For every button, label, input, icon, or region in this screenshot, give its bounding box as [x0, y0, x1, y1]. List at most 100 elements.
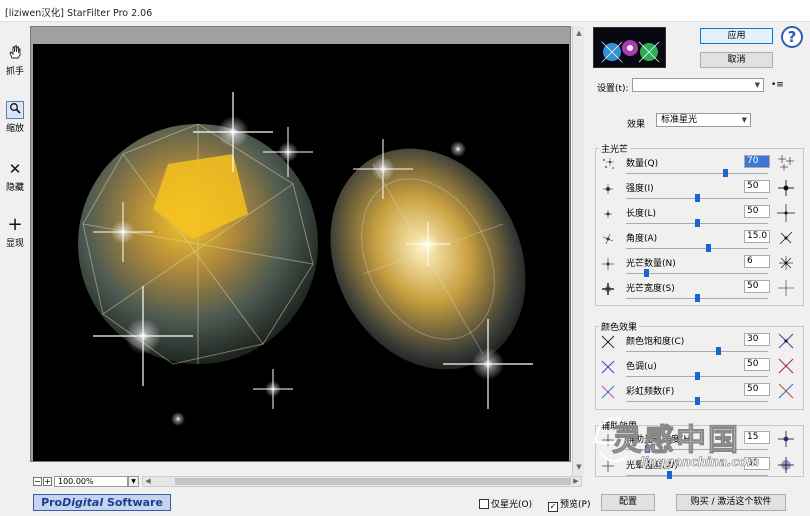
param-rainbow-label: 彩虹频数(F) — [626, 387, 675, 397]
colored-star-icon — [778, 333, 794, 349]
param-saturation-value[interactable]: 30 — [744, 333, 770, 346]
zoom-dropdown-icon[interactable]: ▼ — [128, 476, 139, 487]
tool-hand-label: 抓手 — [5, 67, 24, 77]
only-stars-box[interactable] — [479, 499, 489, 509]
param-rainbow-slider[interactable] — [695, 397, 700, 405]
thin-ray-star-icon — [778, 280, 794, 296]
preview-checkbox[interactable]: ✓ 预览(P) — [548, 497, 590, 512]
rainbow-b-star-icon — [778, 383, 794, 399]
wide-ray-star-icon — [602, 283, 614, 295]
param-saturation-track — [626, 351, 768, 352]
star-angle-a-icon — [602, 233, 614, 245]
param-length-value[interactable]: 50 — [744, 205, 770, 218]
tool-show-label: 显现 — [5, 239, 24, 249]
config-button[interactable]: 配置 — [601, 494, 655, 511]
chevron-down-icon: ▼ — [741, 116, 747, 124]
multi-ray-star-icon — [779, 256, 793, 270]
hand-icon — [6, 44, 24, 62]
param-hue-label: 色调(u) — [626, 362, 657, 372]
logo-digital: Digital — [62, 496, 104, 509]
horizontal-scrollbar[interactable]: ◀ ▶ — [142, 476, 582, 487]
gray-star-icon — [601, 335, 615, 349]
settings-menu-icon[interactable]: •≡ — [771, 80, 784, 90]
prodigital-logo[interactable]: ProDigital Software — [33, 494, 171, 511]
effect-value: 标准星光 — [661, 115, 698, 125]
scroll-right-icon[interactable]: ▶ — [571, 477, 581, 486]
long-star-icon — [777, 204, 795, 222]
param-angle-slider[interactable] — [706, 244, 712, 252]
param-ray-count-label: 光芒数量(N) — [626, 259, 676, 269]
help-icon[interactable]: ? — [781, 26, 803, 48]
param-rainbow-value[interactable]: 50 — [744, 383, 770, 396]
scroll-thumb[interactable] — [175, 478, 571, 485]
param-quantity-track — [626, 173, 768, 174]
effect-thumbnail — [593, 27, 666, 68]
many-stars-icon — [778, 155, 794, 171]
title-bar: [liziwen汉化] StarFilter Pro 2.06 — [0, 0, 810, 22]
apply-button[interactable]: 应用 — [700, 28, 773, 44]
param-hue-slider[interactable] — [695, 372, 700, 380]
param-angle-track — [626, 248, 768, 249]
watermark-url: lingganchina.com — [640, 455, 760, 470]
param-angle-label: 角度(A) — [626, 234, 658, 244]
tool-hide[interactable]: ✕ 隐藏 — [0, 160, 30, 193]
small-stars-icon — [603, 158, 614, 169]
param-intensity-slider[interactable] — [695, 194, 700, 202]
param-ray-width-label: 光芒宽度(S) — [626, 284, 675, 294]
cancel-button[interactable]: 取消 — [700, 52, 773, 68]
buy-activate-button[interactable]: 购买 / 激活这个软件 — [676, 494, 786, 511]
preview-image[interactable] — [33, 44, 569, 461]
scroll-down-icon[interactable]: ▼ — [574, 462, 584, 472]
chevron-down-icon: ▼ — [754, 81, 760, 89]
scroll-left-icon[interactable]: ◀ — [143, 477, 153, 486]
checkmark-icon[interactable]: ✓ — [548, 502, 558, 512]
param-ray-count-slider[interactable] — [643, 269, 649, 277]
scroll-up-icon[interactable]: ▲ — [574, 28, 584, 38]
logo-software: Software — [103, 496, 163, 509]
param-length-label: 长度(L) — [626, 209, 657, 219]
effect-dropdown[interactable]: 标准星光 ▼ — [656, 113, 751, 127]
four-ray-star-icon — [602, 258, 614, 270]
color-effect-title: 颜色效果 — [599, 320, 640, 333]
rainbow-a-star-icon — [601, 385, 615, 399]
bright-star-icon — [778, 180, 794, 196]
tool-zoom[interactable]: 缩放 — [0, 101, 30, 134]
tool-hide-label: 隐藏 — [5, 183, 24, 193]
param-saturation-label: 颜色饱和度(C) — [626, 337, 685, 347]
short-star-icon — [604, 210, 612, 218]
param-saturation-slider[interactable] — [716, 347, 722, 355]
star-angle-b-icon — [779, 231, 793, 245]
plus-icon: + — [7, 214, 23, 235]
dim-star-icon — [603, 184, 613, 194]
param-ray-width-value[interactable]: 50 — [744, 280, 770, 293]
effect-label: 效果 — [627, 120, 646, 130]
main-rays-title: 主光芒 — [599, 142, 631, 155]
only-stars-label: 仅星光(O) — [491, 500, 533, 510]
zoom-in-button[interactable]: + — [43, 477, 52, 486]
param-intensity-value[interactable]: 50 — [744, 180, 770, 193]
watermark-text: 灵感中国 — [612, 423, 740, 459]
zoom-level-field[interactable]: 100.00% — [54, 476, 128, 487]
param-quantity-label: 数量(Q) — [626, 159, 659, 169]
param-hue-value[interactable]: 50 — [744, 358, 770, 371]
hue-a-star-icon — [601, 360, 615, 374]
hue-b-star-icon — [778, 358, 794, 374]
left-toolbar: 抓手 缩放 ✕ 隐藏 + 显现 — [0, 22, 30, 516]
param-ray-width-slider[interactable] — [695, 294, 700, 302]
param-quantity-slider[interactable] — [723, 169, 729, 177]
diamonds-image — [33, 44, 569, 461]
zoom-out-button[interactable]: − — [33, 477, 42, 486]
settings-dropdown[interactable]: ▼ — [632, 78, 764, 92]
param-length-slider[interactable] — [695, 219, 700, 227]
tool-hand[interactable]: 抓手 — [0, 44, 30, 77]
settings-label: 设置(t): — [597, 84, 629, 94]
vertical-scrollbar[interactable]: ▲ ▼ — [572, 26, 584, 476]
param-quantity-value[interactable]: 70 — [744, 155, 770, 168]
param-ray-count-value[interactable]: 6 — [744, 255, 770, 268]
tool-show[interactable]: + 显现 — [0, 214, 30, 250]
only-stars-checkbox[interactable]: 仅星光(O) — [479, 497, 532, 510]
logo-pro: Pro — [41, 496, 63, 509]
preview-bottom-bar: − + 100.00% ▼ ◀ ▶ — [30, 476, 584, 488]
tool-zoom-label: 缩放 — [5, 124, 24, 134]
param-angle-value[interactable]: 15.0 — [744, 230, 770, 243]
